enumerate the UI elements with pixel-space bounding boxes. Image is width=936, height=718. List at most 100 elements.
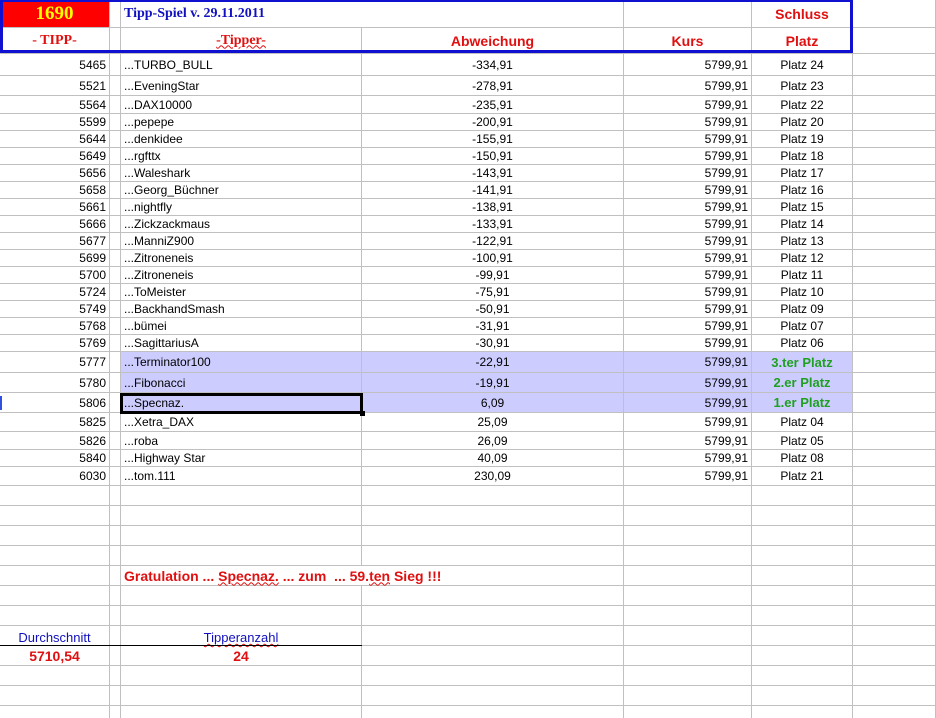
cell[interactable] (110, 267, 121, 284)
cell[interactable] (110, 54, 121, 76)
abweichung-value[interactable]: 25,09 (362, 413, 624, 432)
cell[interactable] (853, 114, 936, 131)
kurs-value[interactable]: 5799,91 (624, 267, 752, 284)
tipper-name[interactable]: ...tom.111 (121, 467, 362, 486)
tipp-value[interactable]: 5521 (0, 76, 110, 96)
tipper-name[interactable]: ...bümei (121, 318, 362, 335)
cell[interactable] (853, 301, 936, 318)
cell[interactable] (624, 566, 752, 586)
tipp-value[interactable]: 5780 (0, 373, 110, 393)
cell[interactable] (853, 546, 936, 566)
tipp-value[interactable]: 5700 (0, 267, 110, 284)
tipper-name[interactable]: ...roba (121, 432, 362, 450)
tipper-name[interactable]: ...ManniZ900 (121, 233, 362, 250)
tipper-name[interactable]: ...TURBO_BULL (121, 54, 362, 76)
cell[interactable] (110, 546, 121, 566)
cell[interactable] (0, 666, 110, 686)
cell[interactable]: Durchschnitt (0, 626, 110, 646)
cell[interactable] (853, 393, 936, 413)
cell[interactable] (110, 233, 121, 250)
abweichung-value[interactable]: -75,91 (362, 284, 624, 301)
platz-value[interactable]: Platz 17 (752, 165, 853, 182)
tipp-value[interactable]: 5806 (0, 393, 110, 413)
tipper-name[interactable]: ...denkidee (121, 131, 362, 148)
cell[interactable] (853, 76, 936, 96)
kurs-value[interactable]: 5799,91 (624, 432, 752, 450)
cell[interactable] (121, 526, 362, 546)
cell[interactable] (110, 566, 121, 586)
cell[interactable] (853, 0, 936, 28)
cell[interactable] (110, 165, 121, 182)
kurs-value[interactable]: 5799,91 (624, 335, 752, 352)
platz-value[interactable]: Platz 07 (752, 318, 853, 335)
cell[interactable] (853, 467, 936, 486)
kurs-value[interactable]: 5799,91 (624, 301, 752, 318)
cell[interactable] (110, 96, 121, 114)
tipp-value[interactable]: 5599 (0, 114, 110, 131)
cell[interactable] (853, 666, 936, 686)
kurs-value[interactable]: 5799,91 (624, 318, 752, 335)
tipp-value[interactable]: 5649 (0, 148, 110, 165)
cell[interactable] (752, 546, 853, 566)
cell[interactable] (0, 686, 110, 706)
cell[interactable] (853, 526, 936, 546)
cell[interactable] (110, 506, 121, 526)
abweichung-value[interactable]: 230,09 (362, 467, 624, 486)
kurs-header[interactable]: Kurs (624, 28, 752, 54)
cell[interactable] (752, 606, 853, 626)
kurs-value[interactable]: 5799,91 (624, 233, 752, 250)
cell[interactable] (752, 486, 853, 506)
cell[interactable] (752, 506, 853, 526)
tipper-name[interactable]: ...Fibonacci (121, 373, 362, 393)
cell[interactable] (853, 131, 936, 148)
cell[interactable] (853, 335, 936, 352)
tipp-value[interactable]: 5825 (0, 413, 110, 432)
cell[interactable] (110, 626, 121, 646)
cell[interactable] (362, 626, 624, 646)
platz-value[interactable]: Platz 04 (752, 413, 853, 432)
abweichung-header[interactable]: Abweichung (362, 28, 624, 54)
cell[interactable] (110, 131, 121, 148)
cell[interactable]: Gratulation ... Specnaz. ... zum ... 59.… (121, 566, 441, 586)
cell[interactable] (121, 506, 362, 526)
cell[interactable] (110, 486, 121, 506)
cell[interactable] (853, 96, 936, 114)
cell[interactable] (752, 566, 853, 586)
cell[interactable] (362, 486, 624, 506)
tipper-name[interactable]: ...EveningStar (121, 76, 362, 96)
cell[interactable] (624, 526, 752, 546)
tipp-value[interactable]: 5699 (0, 250, 110, 267)
cell[interactable] (110, 686, 121, 706)
cell[interactable] (0, 706, 110, 718)
cell[interactable] (110, 148, 121, 165)
abweichung-value[interactable]: -99,91 (362, 267, 624, 284)
platz-value[interactable]: Platz 12 (752, 250, 853, 267)
kurs-value[interactable]: 5799,91 (624, 148, 752, 165)
kurs-value[interactable]: 5799,91 (624, 450, 752, 467)
cell[interactable] (752, 646, 853, 666)
cell[interactable] (110, 373, 121, 393)
cell[interactable] (853, 646, 936, 666)
schluss-header[interactable]: Schluss (752, 0, 853, 28)
cell[interactable] (624, 506, 752, 526)
cell[interactable] (853, 267, 936, 284)
cell[interactable] (853, 686, 936, 706)
cell[interactable] (0, 506, 110, 526)
cell[interactable]: Tipperanzahl (121, 626, 362, 646)
cell[interactable] (110, 352, 121, 373)
cell[interactable]: 24 (121, 646, 362, 666)
spreadsheet[interactable]: 1690 Tipp-Spiel v. 29.11.2011 Schluss - TIP… (0, 0, 936, 718)
tipper-name[interactable]: ...Zitroneneis (121, 250, 362, 267)
tipp-value[interactable]: 5465 (0, 54, 110, 76)
tipp-value[interactable]: 6030 (0, 467, 110, 486)
cell[interactable] (853, 216, 936, 233)
cell[interactable] (110, 606, 121, 626)
tipp-value[interactable]: 5658 (0, 182, 110, 199)
cell[interactable] (110, 250, 121, 267)
kurs-value[interactable]: 5799,91 (624, 352, 752, 373)
tipp-value[interactable]: 5769 (0, 335, 110, 352)
cell[interactable] (0, 526, 110, 546)
abweichung-value[interactable]: -235,91 (362, 96, 624, 114)
cell[interactable] (362, 586, 624, 606)
cell[interactable] (853, 373, 936, 393)
